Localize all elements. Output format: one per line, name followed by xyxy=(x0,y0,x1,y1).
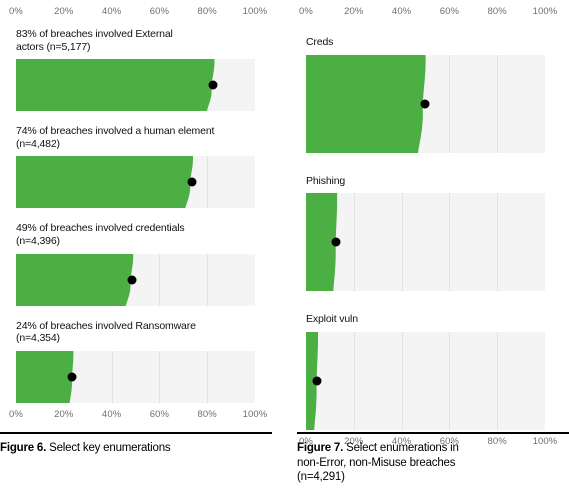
axis-tick-label: 0% xyxy=(9,6,23,17)
gridline xyxy=(353,331,355,430)
figure-7-bars: Creds Phishing Exploit vuln xyxy=(297,36,569,430)
figure-7-caption-rule xyxy=(297,432,569,434)
figure-6-caption: Figure 6. Select key enumerations xyxy=(0,432,272,456)
bar-fill xyxy=(16,59,222,112)
gridline xyxy=(207,156,209,209)
gridline xyxy=(401,331,403,430)
bar-track xyxy=(16,253,255,306)
gridline xyxy=(449,54,451,153)
bar-block: Phishing xyxy=(297,175,569,292)
bar-track xyxy=(306,193,545,292)
bar-track-background xyxy=(306,331,545,430)
gridline xyxy=(353,193,355,292)
gridline xyxy=(497,54,499,153)
axis-tick-label: 80% xyxy=(197,408,217,420)
value-marker-dot xyxy=(208,80,218,90)
figure-7-panel: 0% 20% 40% 60% 80% 100% Creds Phishing Exploit … xyxy=(297,0,569,500)
axis-tick-label: 20% xyxy=(54,408,74,420)
axis-tick-label: 60% xyxy=(439,6,460,17)
gridline xyxy=(159,350,161,403)
bar-label: 83% of breaches involved External actors… xyxy=(16,28,173,53)
bar-track xyxy=(306,331,545,430)
figure-6-top-axis: 0% 20% 40% 60% 80% 100% xyxy=(0,6,272,22)
bar-label: 24% of breaches involved Ransomware (n=4… xyxy=(16,319,196,345)
figure-6-caption-rule xyxy=(0,432,272,434)
axis-tick-label: 0% xyxy=(9,408,23,420)
axis-tick-label: 40% xyxy=(391,6,412,17)
axis-tick-label: 20% xyxy=(54,6,74,17)
axis-tick-label: 100% xyxy=(242,6,268,17)
gridline xyxy=(207,350,209,403)
figure-7-caption-text: Figure 7. Select enumerations in non-Err… xyxy=(297,441,569,485)
figure-6-caption-body: Select key enumerations xyxy=(46,442,171,454)
figure-6-panel: 0% 20% 40% 60% 80% 100% 83% of breaches invol… xyxy=(0,0,272,500)
value-marker-dot xyxy=(312,376,322,386)
bar-label: 49% of breaches involved credentials (n=… xyxy=(16,222,185,247)
axis-tick-label: 20% xyxy=(344,6,364,17)
axis-tick-label: 40% xyxy=(101,408,122,420)
bar-label: Exploit vuln xyxy=(306,313,358,326)
axis-tick-label: 100% xyxy=(242,408,268,420)
figure-7-top-axis: 0% 20% 40% 60% 80% 100% xyxy=(297,6,569,22)
bar-track xyxy=(16,156,255,209)
bar-block: Creds xyxy=(297,36,569,153)
bar-block: 74% of breaches involved a human element… xyxy=(0,125,272,209)
bar-track xyxy=(306,54,545,153)
figures-page: 0% 20% 40% 60% 80% 100% 83% of breaches invol… xyxy=(0,0,569,500)
figure-7-caption-label: Figure 7. xyxy=(297,442,344,454)
axis-tick-label: 60% xyxy=(149,6,170,17)
figure-7-caption: Figure 7. Select enumerations in non-Err… xyxy=(297,432,569,485)
value-marker-dot xyxy=(67,372,77,382)
figure-6-bars: 83% of breaches involved External actors… xyxy=(0,28,272,403)
bar-fill xyxy=(306,54,434,153)
bar-track xyxy=(16,350,255,403)
bar-fill xyxy=(16,156,201,209)
bar-block: Exploit vuln xyxy=(297,313,569,430)
value-marker-dot xyxy=(187,177,197,187)
axis-tick-label: 80% xyxy=(197,6,217,17)
bar-fill xyxy=(16,253,141,306)
figure-6-bottom-axis: 0% 20% 40% 60% 80% 100% xyxy=(0,409,272,425)
figure-6-caption-label: Figure 6. xyxy=(0,442,47,454)
bar-block: 24% of breaches involved Ransomware (n=4… xyxy=(0,320,272,403)
axis-tick-label: 80% xyxy=(487,6,507,17)
gridline xyxy=(497,331,499,430)
value-marker-dot xyxy=(127,275,137,285)
axis-tick-label: 0% xyxy=(299,6,313,17)
gridline xyxy=(207,253,209,306)
bar-track xyxy=(16,59,255,112)
axis-tick-label: 100% xyxy=(532,6,558,17)
gridline xyxy=(449,331,451,430)
bar-label: 74% of breaches involved a human element… xyxy=(16,125,215,150)
gridline xyxy=(449,193,451,292)
value-marker-dot xyxy=(420,99,429,109)
gridline xyxy=(497,193,499,292)
bar-label: Creds xyxy=(306,36,334,48)
gridline xyxy=(401,193,403,292)
value-marker-dot xyxy=(331,237,341,247)
figure-6-caption-text: Figure 6. Select key enumerations xyxy=(0,441,272,456)
axis-tick-label: 40% xyxy=(101,6,122,17)
axis-tick-label: 60% xyxy=(149,408,170,420)
bar-block: 49% of breaches involved credentials (n=… xyxy=(0,222,272,306)
gridline xyxy=(111,350,113,403)
gridline xyxy=(159,253,161,306)
bar-block: 83% of breaches involved External actors… xyxy=(0,28,272,112)
bar-label: Phishing xyxy=(306,174,346,187)
